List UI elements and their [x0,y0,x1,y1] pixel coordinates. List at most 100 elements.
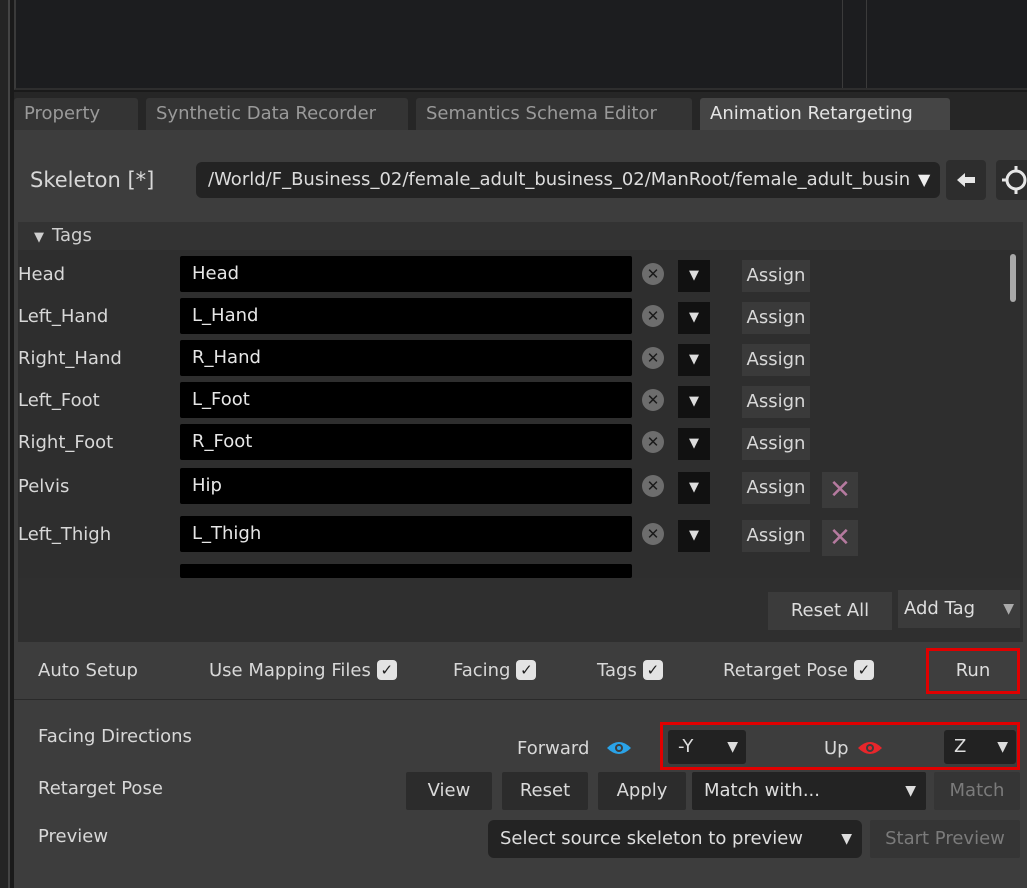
auto-setup-label: Auto Setup [38,660,138,681]
chevron-down-icon: ▼ [727,739,738,755]
tags-scrollbar[interactable] [1008,254,1018,574]
tab-property[interactable]: Property [14,98,138,130]
option-label: Tags [597,660,637,681]
path-dropdown-icon[interactable]: ▼ [918,170,930,189]
viewport-area [14,0,1027,90]
tag-row-left-hand: Left_Hand L_Hand ✕ ▼ Assign [18,298,1008,338]
remove-tag-icon[interactable]: ✕ [822,520,858,556]
lower-section: Facing Directions Forward -Y ▼ Up Z ▼ Reta… [14,702,1027,888]
assign-button[interactable]: Assign [742,428,810,460]
scrollbar-thumb[interactable] [1010,254,1016,302]
forward-axis-value: -Y [678,736,694,757]
tag-value-field[interactable]: L_Hand [180,298,632,334]
add-tag-dropdown[interactable]: Add Tag ▼ [898,590,1020,628]
tab-synthetic-data-recorder[interactable]: Synthetic Data Recorder [146,98,408,130]
reset-button[interactable]: Reset [502,772,588,810]
eye-icon-up[interactable] [857,740,883,756]
tag-name: Right_Foot [18,432,114,453]
skeleton-path-field[interactable]: /World/F_Business_02/female_adult_busine… [196,162,940,198]
dropdown-button[interactable]: ▼ [678,428,710,460]
tab-semantics-schema-editor[interactable]: Semantics Schema Editor [416,98,692,130]
viewport-divider [842,0,843,88]
tags-header[interactable]: ▼ Tags [18,222,1023,250]
crosshair-icon[interactable] [996,160,1027,200]
run-button[interactable]: Run [926,648,1020,694]
tags-section: ▼ Tags Head Head ✕ ▼ Assign Left_Hand L_H… [18,222,1023,578]
up-axis-value: Z [954,736,967,757]
tag-name: Left_Foot [18,390,100,411]
assign-button[interactable]: Assign [742,344,810,376]
tag-row-head: Head Head ✕ ▼ Assign [18,256,1008,296]
clear-icon[interactable]: ✕ [642,347,664,369]
dropdown-button[interactable]: ▼ [678,386,710,418]
animation-retargeting-panel: Skeleton [*] /World/F_Business_02/female… [14,130,1027,888]
tag-value-field[interactable]: L_Foot [180,382,632,418]
assign-button[interactable]: Assign [742,260,810,292]
option-label: Use Mapping Files [209,660,371,681]
start-preview-button[interactable]: Start Preview [870,820,1020,858]
checkbox-checked-icon[interactable]: ✓ [853,660,874,680]
chevron-down-icon: ▼ [997,739,1008,755]
assign-button[interactable]: Assign [742,386,810,418]
tag-row-pelvis: Pelvis Hip ✕ ▼ Assign ✕ [18,468,1008,508]
tag-name: Head [18,264,66,285]
option-label: Facing [453,660,511,681]
view-button[interactable]: View [406,772,492,810]
clear-icon[interactable]: ✕ [642,305,664,327]
forward-axis-select[interactable]: -Y ▼ [668,730,746,764]
clear-icon[interactable]: ✕ [642,431,664,453]
tags-option[interactable]: Tags ✓ [597,660,663,681]
eye-icon-forward[interactable] [606,740,632,756]
tag-name: Left_Hand [18,306,109,327]
facing-option[interactable]: Facing ✓ [453,660,537,681]
dropdown-button[interactable]: ▼ [678,260,710,292]
checkbox-checked-icon[interactable]: ✓ [516,660,537,680]
tag-name: Right_Hand [18,348,122,369]
tag-name: Left_Thigh [18,524,112,545]
use-mapping-files-option[interactable]: Use Mapping Files ✓ [209,660,397,681]
tag-value-field[interactable]: Hip [180,468,632,504]
match-button[interactable]: Match [934,772,1020,810]
up-axis-select[interactable]: Z ▼ [944,730,1016,764]
assign-button[interactable]: Assign [742,472,810,504]
collapse-triangle-icon: ▼ [34,230,44,245]
clear-icon[interactable]: ✕ [642,523,664,545]
apply-button[interactable]: Apply [598,772,686,810]
reset-all-button[interactable]: Reset All [768,592,892,630]
dropdown-button[interactable]: ▼ [678,520,710,552]
dropdown-button[interactable]: ▼ [678,344,710,376]
checkbox-checked-icon[interactable]: ✓ [642,660,663,680]
chevron-down-icon: ▼ [841,831,852,847]
tag-value-field[interactable]: Head [180,256,632,292]
remove-tag-icon[interactable]: ✕ [822,472,858,508]
clear-icon[interactable]: ✕ [642,389,664,411]
tags-header-label: Tags [52,225,92,246]
dropdown-button[interactable]: ▼ [678,302,710,334]
tab-animation-retargeting[interactable]: Animation Retargeting [700,98,950,130]
assign-button[interactable]: Assign [742,520,810,552]
preview-source-select[interactable]: Select source skeleton to preview ▼ [488,820,862,858]
tag-row-left-thigh: Left_Thigh L_Thigh ✕ ▼ Assign ✕ [18,516,1008,556]
tab-bar: Property Synthetic Data Recorder Semanti… [14,92,1027,130]
match-with-select[interactable]: Match with... ▼ [692,772,926,810]
dropdown-button[interactable]: ▼ [678,472,710,504]
tag-row-right-foot: Right_Foot R_Foot ✕ ▼ Assign [18,424,1008,464]
add-tag-label: Add Tag [904,598,976,619]
clear-icon[interactable]: ✕ [642,263,664,285]
tag-value-field[interactable] [180,564,632,578]
tag-value-field[interactable]: R_Hand [180,340,632,376]
viewport-divider [866,0,867,88]
tag-row-right-hand: Right_Hand R_Hand ✕ ▼ Assign [18,340,1008,380]
chevron-down-icon: ▼ [1003,601,1014,617]
assign-button[interactable]: Assign [742,302,810,334]
tag-name: Pelvis [18,476,70,497]
forward-label: Forward [517,738,590,759]
retarget-pose-option[interactable]: Retarget Pose ✓ [723,660,874,681]
checkbox-checked-icon[interactable]: ✓ [376,660,397,680]
clear-icon[interactable]: ✕ [642,475,664,497]
tag-row-left-foot: Left_Foot L_Foot ✕ ▼ Assign [18,382,1008,422]
option-label: Retarget Pose [723,660,848,681]
tag-value-field[interactable]: R_Foot [180,424,632,460]
tag-value-field[interactable]: L_Thigh [180,516,632,552]
arrow-left-icon[interactable] [946,160,986,200]
